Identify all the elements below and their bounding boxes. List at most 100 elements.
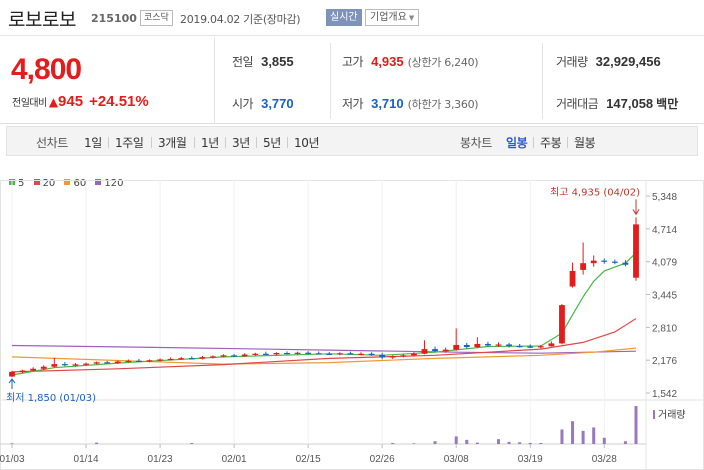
candlestick-chart[interactable]: 5,348 4,714 4,079 3,445 2,810 2,176 1,542 01/03…	[0, 176, 704, 470]
candle-body	[199, 357, 206, 359]
candle-body	[336, 353, 343, 355]
volume-bar	[454, 436, 458, 444]
candle-body	[601, 260, 608, 262]
candle-body	[241, 354, 248, 357]
candle-body	[220, 355, 227, 357]
candle-body	[157, 359, 163, 361]
divider	[194, 137, 195, 148]
candle-body	[358, 353, 364, 355]
metric-unit: 백만	[656, 97, 679, 111]
candle-body	[188, 358, 195, 360]
candle-body	[389, 356, 396, 358]
candle-body	[305, 352, 312, 354]
market-badge: 코스닥	[140, 10, 173, 26]
live-button[interactable]: 실시간	[326, 9, 362, 26]
volume-bar	[465, 439, 469, 444]
volume-bar	[602, 437, 606, 444]
candle-body	[347, 353, 354, 355]
candle-body	[231, 355, 238, 357]
metric-amount: 거래대금 147,058 백만	[556, 95, 678, 112]
metric-value: 147,058	[606, 96, 654, 111]
divider	[151, 137, 152, 148]
x-tick-label: 01/14	[74, 454, 99, 465]
candle-body	[537, 346, 544, 348]
metric-value: 3,710	[371, 96, 404, 111]
stock-name: 로보로보	[8, 9, 76, 31]
y-tick-label: 3,445	[652, 291, 677, 302]
metric-value: 3,855	[261, 54, 294, 69]
y-tick-label: 4,079	[652, 258, 677, 269]
tab-monthly[interactable]: 월봉	[574, 134, 596, 151]
change-row: 전일대비 ▲945 +24.51%	[12, 93, 149, 110]
y-tick-label: 2,176	[652, 356, 677, 367]
company-overview-dropdown[interactable]: 기업개요 ▼	[365, 9, 420, 26]
candle-body	[284, 352, 290, 355]
low-annotation: 최저 1,850 (01/03)	[6, 392, 96, 404]
candle-body	[210, 356, 216, 358]
metric-label: 거래량	[556, 55, 588, 69]
candle-body	[273, 352, 280, 355]
volume-bar	[581, 430, 585, 444]
candle-body	[294, 352, 301, 354]
metric-prev-close: 전일 3,855	[232, 53, 294, 70]
volume-bar	[528, 442, 532, 444]
tab-weekly[interactable]: 주봉	[540, 134, 562, 151]
ma5-line	[11, 252, 637, 376]
y-tick-label: 1,542	[652, 389, 677, 400]
candle-body	[410, 353, 417, 356]
metric-value: 32,929,456	[595, 54, 661, 69]
line-chart-label: 선차트	[36, 136, 68, 150]
metric-value: 3,770	[261, 96, 294, 111]
stock-code: 215100	[91, 12, 137, 25]
candle-body	[622, 262, 629, 265]
candle-body	[495, 344, 502, 346]
x-tick-label: 03/19	[518, 454, 543, 465]
tab-3years[interactable]: 3년	[232, 134, 250, 151]
candle-body	[104, 362, 111, 364]
candle-body	[400, 355, 407, 357]
divider	[542, 43, 543, 119]
volume-bar	[507, 441, 511, 444]
candle-body	[527, 346, 534, 348]
stock-header: 로보로보 215100 코스닥 2019.04.02 기준(장마감) 실시간 기…	[0, 0, 704, 36]
candle-chart-label: 봉차트	[460, 136, 492, 150]
change-label: 전일대비	[12, 98, 47, 109]
volume-bar	[391, 442, 395, 444]
divider	[287, 137, 288, 148]
current-price-box: 4,800 전일대비 ▲945 +24.51%	[0, 37, 215, 124]
candle-body	[442, 349, 449, 352]
volume-bar	[10, 443, 14, 444]
candle-body	[421, 349, 428, 354]
tab-3months[interactable]: 3개월	[158, 134, 187, 151]
high-annotation: 최고 4,935 (04/02)	[550, 186, 640, 198]
volume-legend-swatch	[653, 410, 655, 419]
y-tick-label: 2,810	[652, 323, 677, 334]
candle-body	[548, 343, 555, 347]
candle-body	[93, 362, 100, 364]
metric-label: 고가	[342, 55, 364, 69]
candle-body	[506, 344, 512, 347]
metric-value: 4,935	[371, 54, 404, 69]
metric-label: 거래대금	[556, 97, 599, 111]
x-tick-label: 02/01	[222, 454, 247, 465]
tab-daily[interactable]: 일봉	[506, 134, 528, 151]
tab-1day[interactable]: 1일	[84, 134, 102, 151]
tab-1year[interactable]: 1년	[201, 134, 219, 151]
candle-body	[379, 354, 386, 358]
volume-bar	[518, 442, 522, 444]
tab-1week[interactable]: 1주일	[115, 134, 144, 151]
x-tick-label: 01/23	[148, 454, 173, 465]
candle-body	[368, 353, 375, 355]
x-tick-label: 01/03	[0, 454, 25, 465]
volume-label: 거래량	[658, 409, 686, 421]
divider	[533, 137, 534, 148]
candle-body	[167, 358, 174, 361]
x-tick-label: 03/08	[444, 454, 469, 465]
metric-volume: 거래량 32,929,456	[556, 53, 661, 70]
chart-frame	[0, 180, 704, 470]
up-triangle-icon: ▲	[48, 95, 59, 109]
divider	[256, 137, 257, 148]
tab-5years[interactable]: 5년	[263, 134, 281, 151]
tab-10years[interactable]: 10년	[294, 134, 320, 151]
x-tick-label: 03/28	[592, 454, 617, 465]
